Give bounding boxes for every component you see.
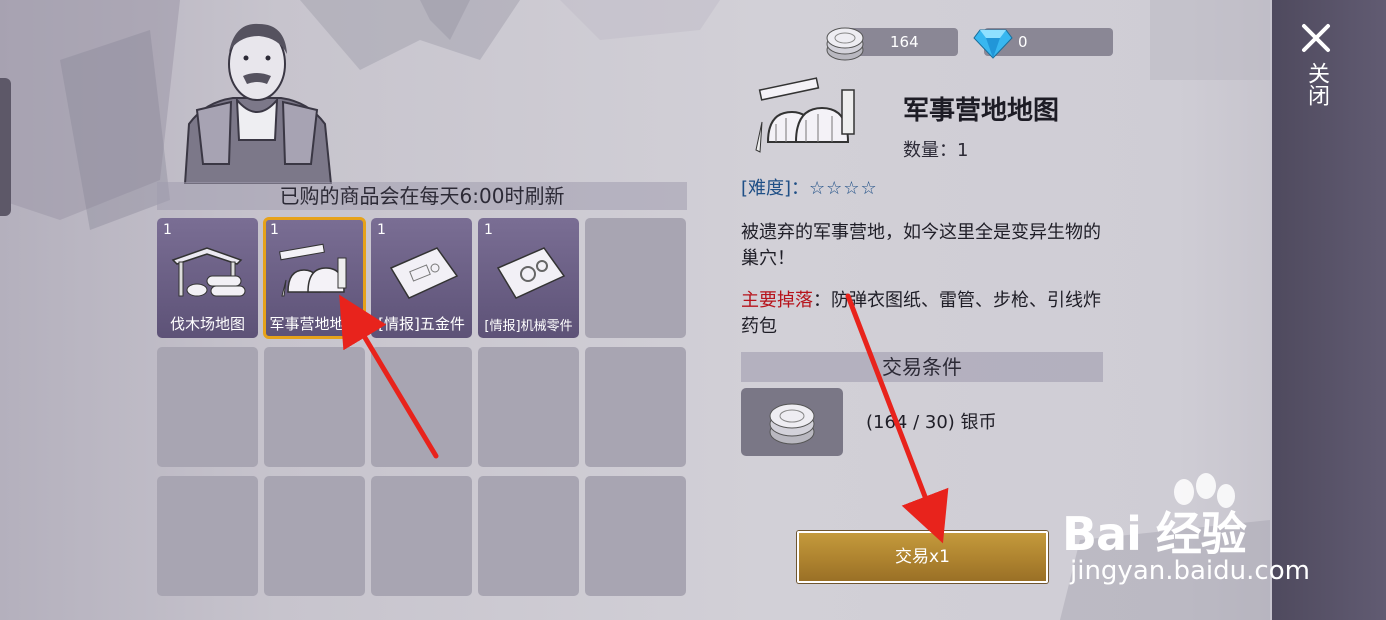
- trade-cost-text: (164 / 30) 银币: [866, 412, 997, 433]
- item-quantity: 1: [270, 222, 279, 238]
- item-description: 被遗弃的军事营地，如今这里全是变异生物的巢穴！: [741, 222, 1101, 269]
- item-name: [情报]五金件: [378, 315, 465, 333]
- shop-item-mechanical-parts-intel[interactable]: 1 [情报]机械零件: [478, 218, 579, 338]
- item-name: 伐木场地图: [169, 315, 245, 333]
- shop-slot-empty: [157, 476, 258, 596]
- watermark-logo: Bai 经验: [1062, 507, 1247, 561]
- shop-grid: 1 伐木场地图 1 军事营地地图 1 [情报]五金件 1 [情报]机械零件: [157, 217, 686, 596]
- shop-item-hardware-intel[interactable]: 1 [情报]五金件: [371, 218, 472, 338]
- military-camp-icon: [279, 243, 347, 297]
- watermark-url: jingyan.baidu.com: [1070, 556, 1310, 586]
- silver-coin-icon: [769, 403, 815, 445]
- gear-blueprint-icon: [496, 247, 566, 299]
- blueprint-sheet-icon: [389, 247, 459, 299]
- refresh-notice: 已购的商品会在每天6:00时刷新: [157, 182, 687, 210]
- difficulty-label: [难度]：: [741, 178, 810, 199]
- difficulty-rating: [难度]：☆☆☆☆: [741, 174, 878, 200]
- item-quantity: 1: [484, 222, 493, 238]
- trade-cost-slot[interactable]: [741, 388, 843, 456]
- silver-coin-icon: [826, 27, 864, 61]
- shop-item-military-camp-map[interactable]: 1 军事营地地图: [263, 217, 366, 339]
- item-quantity: 1: [377, 222, 386, 238]
- close-icon[interactable]: [1300, 22, 1332, 54]
- shop-slot-empty: [264, 347, 365, 467]
- shop-slot-empty: [157, 347, 258, 467]
- shop-slot-empty: [585, 218, 686, 338]
- shop-slot-empty: [585, 476, 686, 596]
- item-quantity: 1: [163, 222, 172, 238]
- diamond-icon: [973, 29, 1013, 59]
- difficulty-stars: ☆☆☆☆: [809, 178, 878, 199]
- item-title: 军事营地地图: [903, 96, 1060, 126]
- item-name: [情报]机械零件: [484, 319, 573, 334]
- drops-label: 主要掉落: [741, 290, 813, 311]
- gem-amount: 0: [1018, 33, 1028, 51]
- shop-slot-empty: [585, 347, 686, 467]
- shop-slot-empty: [371, 347, 472, 467]
- merchant-portrait: [183, 23, 333, 184]
- shop-slot-empty: [264, 476, 365, 596]
- shop-slot-empty: [478, 347, 579, 467]
- trade-conditions-header: 交易条件: [741, 352, 1103, 382]
- left-edge-tab[interactable]: [0, 78, 11, 216]
- lumber-yard-icon: [171, 247, 246, 297]
- shop-slot-empty: [478, 476, 579, 596]
- military-camp-map-icon: [755, 77, 855, 153]
- shop-item-lumber-map[interactable]: 1 伐木场地图: [157, 218, 258, 338]
- close-button-label[interactable]: 关闭: [1303, 62, 1329, 106]
- shop-slot-empty: [371, 476, 472, 596]
- silver-amount: 164: [890, 33, 919, 51]
- trade-button[interactable]: 交易x1: [797, 531, 1048, 583]
- item-name: 军事营地地图: [269, 315, 360, 333]
- item-quantity-detail: 数量：1: [903, 140, 969, 161]
- main-drops: 主要掉落：防弹衣图纸、雷管、步枪、引线炸药包: [741, 288, 1111, 340]
